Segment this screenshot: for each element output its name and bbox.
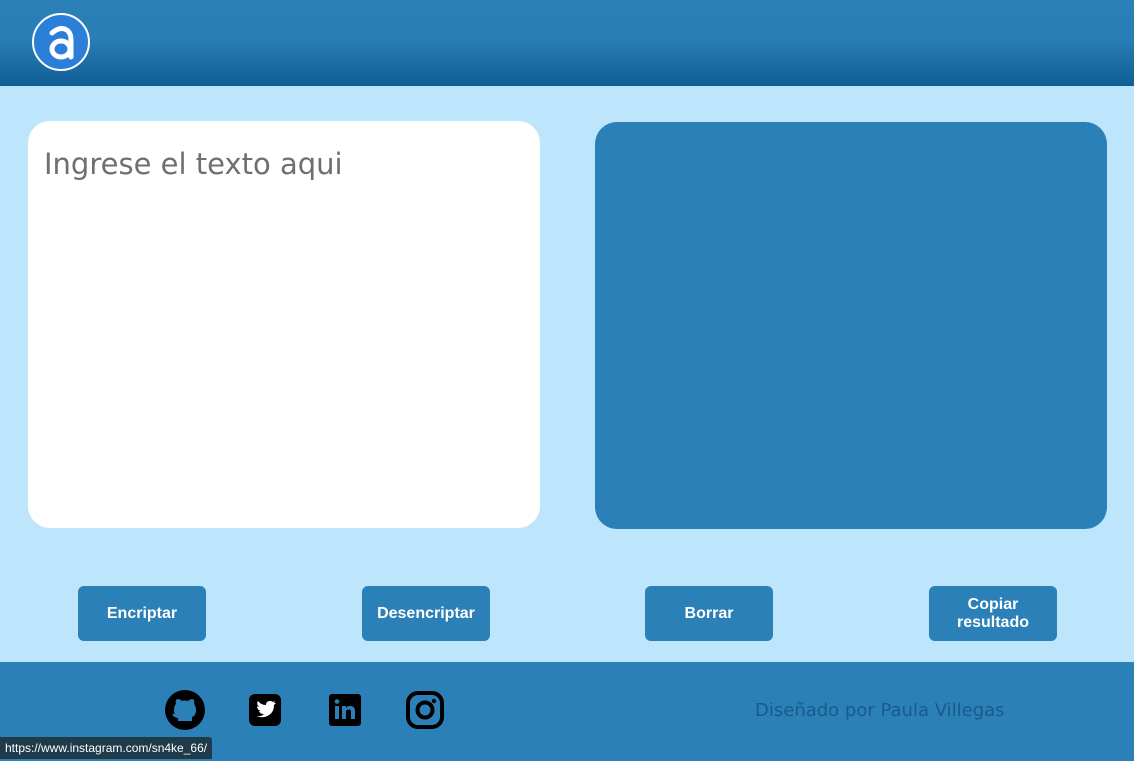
copy-result-button[interactable]: Copiar resultado: [929, 586, 1057, 641]
app-header: [0, 0, 1134, 86]
instagram-link[interactable]: [405, 690, 445, 730]
input-text-field[interactable]: [28, 121, 540, 528]
linkedin-icon: [329, 694, 361, 726]
linkedin-link[interactable]: [325, 690, 365, 730]
github-icon: [165, 690, 205, 730]
twitter-icon: [249, 694, 281, 726]
encrypt-button[interactable]: Encriptar: [78, 586, 206, 641]
letter-a-logo-icon: [49, 25, 74, 60]
output-result-panel: [595, 122, 1107, 529]
decrypt-button[interactable]: Desencriptar: [362, 586, 490, 641]
github-link[interactable]: [165, 690, 205, 730]
designer-credit: Diseñado por Paula Villegas: [755, 700, 1005, 721]
instagram-icon: [406, 691, 444, 729]
input-text-panel: [28, 121, 540, 528]
twitter-link[interactable]: [245, 690, 285, 730]
logo[interactable]: [32, 13, 90, 71]
clear-button[interactable]: Borrar: [645, 586, 773, 641]
status-bar-url: https://www.instagram.com/sn4ke_66/: [0, 737, 213, 759]
